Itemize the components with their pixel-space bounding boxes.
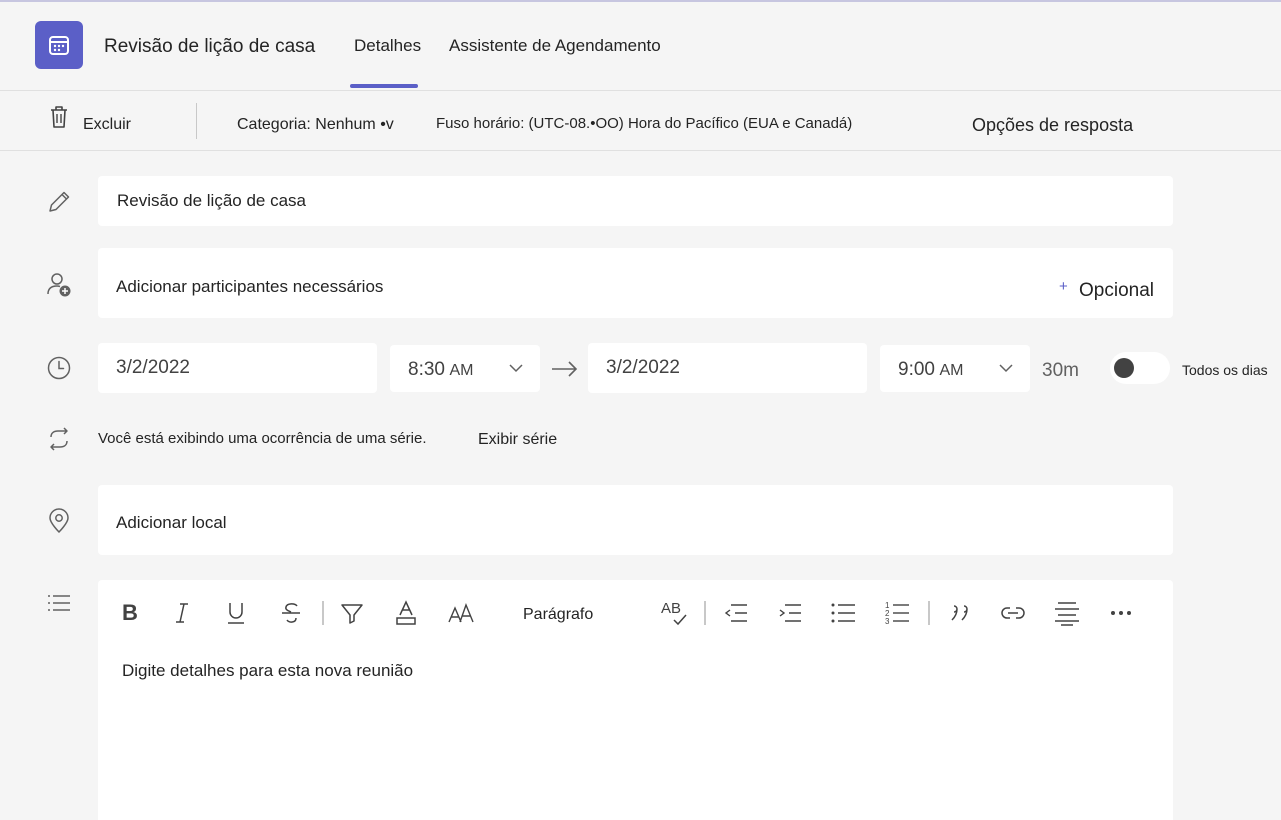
strikethrough-icon xyxy=(282,603,300,623)
chevron-down-icon xyxy=(999,364,1013,373)
start-date-value: 3/2/2022 xyxy=(116,357,190,378)
all-day-label: Todos os dias xyxy=(1182,362,1268,378)
strikethrough-button[interactable] xyxy=(275,597,307,629)
calendar-icon xyxy=(35,21,83,69)
decrease-indent-button[interactable] xyxy=(720,597,752,629)
underline-button[interactable] xyxy=(220,597,252,629)
increase-indent-icon xyxy=(779,604,801,622)
toggle-knob xyxy=(1114,358,1134,378)
editor-separator xyxy=(322,601,324,625)
arrow-right-icon xyxy=(552,361,578,377)
view-series-link[interactable]: Exibir série xyxy=(478,431,557,449)
clock-icon xyxy=(47,356,71,380)
end-time-picker[interactable]: 9:00 AM xyxy=(880,345,1030,392)
header: Revisão de lição de casa Detalhes Assist… xyxy=(0,2,1281,90)
numbered-list-icon: 1 2 3 xyxy=(885,601,909,626)
location-pin-icon xyxy=(49,508,69,534)
attendees-placeholder: Adicionar participantes necessários xyxy=(116,277,384,296)
font-color-button[interactable] xyxy=(390,597,422,629)
all-day-toggle[interactable] xyxy=(1110,352,1170,384)
trash-icon xyxy=(51,106,67,128)
title-field-value: Revisão de lição de casa xyxy=(117,191,307,210)
add-person-icon xyxy=(47,273,71,297)
start-time-ampm: AM xyxy=(449,362,474,379)
highlighter-icon xyxy=(341,604,363,624)
svg-text:3: 3 xyxy=(885,617,890,626)
highlight-button[interactable] xyxy=(336,597,368,629)
editor-separator xyxy=(928,601,930,625)
more-horizontal-icon xyxy=(1111,611,1131,615)
bulleted-list-icon xyxy=(831,603,855,623)
paragraph-style-dropdown[interactable]: Parágrafo xyxy=(523,606,593,624)
toolbar-separator xyxy=(196,103,197,139)
font-size-button[interactable] xyxy=(445,597,477,629)
font-size-icon xyxy=(448,603,474,623)
bold-icon: B xyxy=(122,600,138,625)
increase-indent-button[interactable] xyxy=(774,597,806,629)
checkmark-icon xyxy=(673,614,687,626)
spellcheck-button[interactable]: AB xyxy=(658,597,694,629)
insert-link-button[interactable] xyxy=(997,597,1029,629)
duration-label: 30m xyxy=(1042,360,1079,381)
align-center-icon xyxy=(1055,602,1079,626)
italic-button[interactable] xyxy=(166,597,198,629)
recurrence-info: Você está exibindo uma ocorrência de uma… xyxy=(98,430,427,447)
chevron-down-icon xyxy=(509,364,523,373)
delete-label: Excluir xyxy=(83,116,132,133)
repeat-icon xyxy=(50,427,68,451)
align-center-button[interactable] xyxy=(1051,597,1083,629)
location-placeholder: Adicionar local xyxy=(116,513,227,532)
bulleted-list-button[interactable] xyxy=(827,597,859,629)
end-time-ampm: AM xyxy=(939,362,964,379)
end-time-value: 9:00 xyxy=(898,359,935,380)
tab-scheduling-assistant[interactable]: Assistente de Agendamento xyxy=(449,36,661,56)
tab-details[interactable]: Detalhes xyxy=(354,36,421,56)
attendees-field[interactable]: Adicionar participantes necessários + Op… xyxy=(98,248,1173,318)
bold-button[interactable]: B xyxy=(114,597,146,629)
toolbar-divider xyxy=(0,150,1281,151)
response-options-button[interactable]: Opções de resposta xyxy=(972,115,1133,136)
underline-icon xyxy=(228,603,244,624)
text-description-icon xyxy=(48,595,70,611)
timezone-dropdown[interactable]: Fuso horário: (UTC-08.•OO) Hora do Pacíf… xyxy=(436,115,852,132)
meeting-title: Revisão de lição de casa xyxy=(104,36,316,57)
end-date-picker[interactable]: 3/2/2022 xyxy=(588,343,867,393)
start-time-picker[interactable]: 8:30 AM xyxy=(390,345,540,392)
optional-attendees-button[interactable]: Opcional xyxy=(1079,280,1154,302)
start-date-picker[interactable]: 3/2/2022 xyxy=(98,343,377,393)
font-color-icon xyxy=(396,600,416,625)
selected-tab-indicator xyxy=(350,84,418,88)
quote-button[interactable] xyxy=(944,597,976,629)
italic-icon xyxy=(176,603,188,623)
optional-plus-icon: + xyxy=(1059,278,1068,295)
delete-button[interactable]: Excluir xyxy=(44,100,184,144)
numbered-list-button[interactable]: 1 2 3 xyxy=(881,597,913,629)
pencil-icon xyxy=(49,191,70,212)
location-field[interactable]: Adicionar local xyxy=(98,485,1173,555)
title-field[interactable]: Revisão de lição de casa xyxy=(98,176,1173,226)
link-icon xyxy=(1001,607,1025,619)
decrease-indent-icon xyxy=(724,604,747,622)
end-date-value: 3/2/2022 xyxy=(606,357,680,378)
quote-icon xyxy=(951,605,968,621)
details-placeholder[interactable]: Digite detalhes para esta nova reunião xyxy=(122,661,413,681)
more-options-button[interactable] xyxy=(1105,597,1137,629)
editor-separator xyxy=(704,601,706,625)
start-time-value: 8:30 xyxy=(408,359,445,380)
category-dropdown[interactable]: Categoria: Nenhum •v xyxy=(237,116,394,134)
